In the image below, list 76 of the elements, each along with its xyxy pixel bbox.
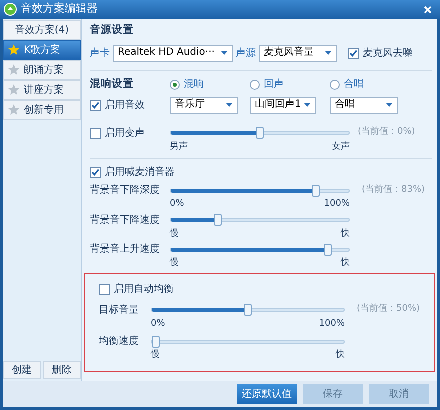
star-icon	[8, 104, 20, 116]
radio-label: 混响	[184, 78, 204, 92]
sidebar-item[interactable]: K歌方案	[3, 40, 81, 60]
dropdown-value: 音乐厅	[175, 100, 205, 110]
checkbox-label: 启用变声	[105, 126, 145, 140]
slider-label: 背景音下降深度	[90, 184, 161, 198]
dropdown-value: 麦克风音量	[264, 48, 314, 58]
checkbox-label: 启用音效	[105, 98, 145, 112]
caret-icon	[386, 103, 393, 107]
slider-max-label: 100%	[319, 318, 345, 330]
window-title: 音效方案编辑器	[21, 1, 98, 18]
slider-max-label: 女声	[332, 140, 350, 154]
radio-label: 回声	[264, 78, 284, 92]
checkbox[interactable]	[99, 284, 110, 294]
dropdown-value: 合唱	[335, 100, 355, 110]
radio-button[interactable]	[330, 80, 340, 90]
slider-max-label: 快	[336, 349, 345, 362]
slider-reading: (当前值：0%)	[358, 126, 416, 140]
slider-thumb[interactable]	[152, 336, 160, 348]
slider-min-label: 0%	[170, 198, 184, 211]
checkbox[interactable]	[90, 167, 101, 178]
dropdown[interactable]: 山间回声1	[250, 96, 316, 114]
slider-thumb[interactable]	[312, 184, 320, 196]
dropdown[interactable]: 麦克风音量	[259, 44, 337, 62]
slider-min-label: 0%	[151, 318, 166, 330]
dropdown-value: 山间回声1	[255, 100, 302, 110]
sidebar-button[interactable]: 创建	[3, 361, 41, 379]
slider-thumb[interactable]	[214, 214, 222, 226]
slider-min-label: 慢	[170, 257, 179, 270]
slider-label: 背景音上升速度	[90, 242, 161, 257]
star-icon	[8, 64, 20, 76]
dropdown-value: Realtek HD Audio···	[118, 48, 215, 58]
slider-reading: (当前值：83%)	[362, 184, 426, 197]
star-icon	[8, 44, 20, 56]
radio-label: 合唱	[344, 78, 364, 92]
field-label: 声源	[236, 46, 256, 61]
slider-min-label: 慢	[170, 228, 179, 240]
section-title: 音源设置	[90, 23, 135, 38]
sidebar-header: 音效方案(4)	[3, 20, 81, 40]
section-title: 混响设置	[90, 76, 135, 92]
caret-icon	[221, 51, 228, 56]
slider-max-label: 100%	[324, 198, 350, 211]
slider-label: 目标音量	[99, 304, 140, 318]
checkbox-label: 麦克风去噪	[363, 46, 413, 61]
checkbox-label: 启用自动均衡	[114, 282, 174, 296]
checkbox[interactable]	[90, 128, 101, 138]
slider-reading: (当前值：50%)	[357, 303, 420, 316]
slider-thumb[interactable]	[244, 304, 252, 316]
checkbox[interactable]	[90, 100, 101, 110]
radio-button[interactable]	[250, 80, 260, 90]
caret-icon	[304, 103, 311, 107]
slider-label: 均衡速度	[99, 334, 140, 349]
radio-button[interactable]	[170, 80, 180, 90]
caret-icon	[226, 103, 233, 107]
slider-max-label: 快	[341, 228, 350, 240]
slider-thumb[interactable]	[256, 127, 264, 139]
caret-icon	[325, 51, 332, 56]
sidebar-item[interactable]: 创新专用	[3, 100, 81, 120]
slider-min-label: 男声	[170, 140, 188, 154]
sidebar-item[interactable]: 讲座方案	[3, 80, 81, 100]
dropdown[interactable]: 合唱	[330, 96, 398, 114]
star-icon	[8, 84, 20, 96]
dialog-button[interactable]: 还原默认值	[237, 384, 297, 404]
close-icon[interactable]	[424, 6, 432, 14]
field-label: 声卡	[90, 46, 110, 61]
sidebar-button[interactable]: 删除	[43, 361, 81, 379]
app-icon	[4, 3, 17, 16]
dropdown[interactable]: 音乐厅	[170, 96, 238, 114]
slider-thumb[interactable]	[324, 244, 332, 256]
dropdown[interactable]: Realtek HD Audio···	[113, 44, 233, 62]
checkbox[interactable]	[348, 48, 359, 59]
sidebar-item[interactable]: 朗诵方案	[3, 60, 81, 80]
slider-label: 背景音下降速度	[90, 214, 161, 228]
slider-max-label: 快	[341, 257, 350, 270]
slider-min-label: 慢	[151, 349, 160, 362]
checkbox-label: 启用喊麦消音器	[105, 166, 175, 180]
